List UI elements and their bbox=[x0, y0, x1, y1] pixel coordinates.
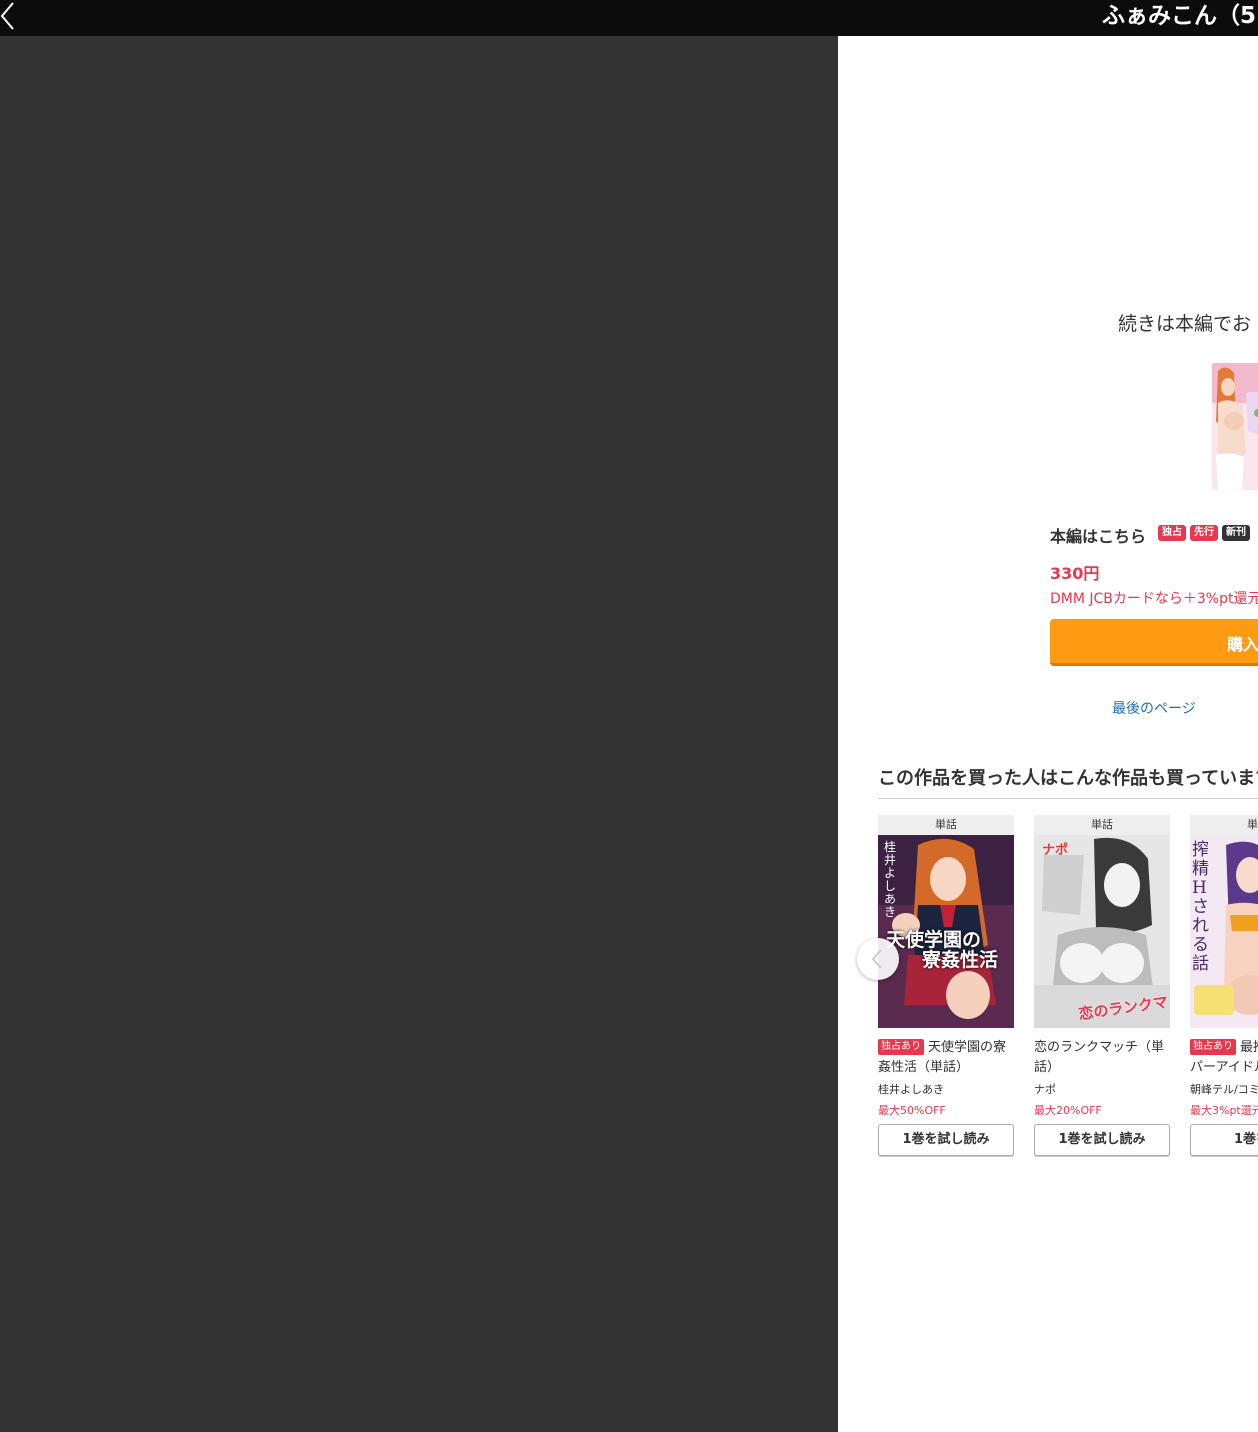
cover-title-text: 搾精Hされる話 bbox=[1192, 840, 1209, 974]
chevron-left-icon bbox=[871, 949, 882, 969]
card-discount: 最大3%pt還元 bbox=[1190, 1104, 1258, 1117]
card-type-label: 単行 bbox=[1190, 815, 1258, 835]
top-bar: ふぁみこん（5 bbox=[0, 0, 1258, 36]
main-story-label: 本編はこちら bbox=[1050, 527, 1147, 546]
exclusive-badge: 独占あり bbox=[878, 1039, 924, 1055]
card-type-label: 単話 bbox=[878, 815, 1014, 835]
buy-button[interactable]: 購入 bbox=[1050, 619, 1258, 666]
point-return-note: DMM JCBカードなら＋3%pt還元 bbox=[1050, 591, 1258, 607]
main-cover-image[interactable] bbox=[1212, 363, 1258, 490]
card-author[interactable]: ナポ bbox=[1034, 1081, 1170, 1097]
cover-author-text: ナポ bbox=[1042, 843, 1069, 858]
cover-title-text-2: 寮姦性活 bbox=[922, 949, 999, 971]
trial-read-button[interactable]: 1巻を試 bbox=[1190, 1124, 1258, 1156]
recommendation-card[interactable]: 単行 搾精Hされる話 独占あり最推しのスーパーアイドルの元カレくんに搾精Hされる… bbox=[1190, 815, 1258, 1156]
card-cover-image[interactable]: ナポ 恋のランクマッチ bbox=[1034, 835, 1170, 1028]
card-title[interactable]: 独占あり 天使学園の寮姦性活（単話） bbox=[878, 1038, 1014, 1078]
tag-exclusive: 独占 bbox=[1158, 525, 1186, 541]
exclusive-badge: 独占あり bbox=[1190, 1039, 1236, 1055]
card-author[interactable]: 桂井よしあき bbox=[878, 1081, 1014, 1097]
end-panel: 続きは本編でお 本編はこちら 独占 先行 新刊 330円 DMM JCBカードな… bbox=[838, 36, 1258, 1432]
book-title: ふぁみこん（5 bbox=[1102, 3, 1257, 29]
viewer-page-area[interactable] bbox=[0, 36, 838, 1432]
continue-message: 続きは本編でお bbox=[1118, 313, 1252, 335]
card-discount: 最大20%OFF bbox=[1034, 1104, 1102, 1117]
last-page-link[interactable]: 最後のページ bbox=[1112, 698, 1196, 718]
carousel-prev-button[interactable] bbox=[857, 938, 899, 980]
price: 330円 bbox=[1050, 564, 1100, 583]
card-cover-image[interactable]: 搾精Hされる話 bbox=[1190, 835, 1258, 1028]
trial-read-button[interactable]: 1巻を試し読み bbox=[1034, 1124, 1170, 1156]
card-title-text: 恋のランクマッチ（単話） bbox=[1034, 1040, 1165, 1075]
trial-read-button[interactable]: 1巻を試し読み bbox=[878, 1124, 1014, 1156]
recommendations-heading: この作品を買った人はこんな作品も買っています bbox=[878, 768, 1258, 789]
card-cover-image[interactable]: 桂井よしあき 天使学園の 寮姦性活 bbox=[878, 835, 1014, 1028]
tag-new: 新刊 bbox=[1222, 525, 1250, 541]
card-title[interactable]: 恋のランクマッチ（単話） bbox=[1034, 1038, 1170, 1078]
chevron-left-icon bbox=[0, 2, 14, 30]
buy-button-label: 購入 bbox=[1227, 635, 1258, 654]
divider bbox=[878, 798, 1258, 799]
cover-author-text: 桂井よしあき bbox=[884, 840, 897, 919]
back-button[interactable] bbox=[0, 0, 24, 34]
recommendation-card[interactable]: 単話 ナポ 恋のランクマッチ 恋のランクマッチ（単話） ナポ 最大20%OFF … bbox=[1034, 815, 1170, 1156]
recommendation-card[interactable]: 単話 桂井よしあき 天使学園の 寮姦性活 独占あり 天使学園の寮姦性活（単話） 桂… bbox=[878, 815, 1014, 1156]
card-discount: 最大50%OFF bbox=[878, 1104, 946, 1117]
card-title[interactable]: 独占あり最推しのスーパーアイドルの元カレくんに搾精Hされる話 bbox=[1190, 1038, 1258, 1078]
tag-early: 先行 bbox=[1190, 525, 1218, 541]
card-type-label: 単話 bbox=[1034, 815, 1170, 835]
card-author[interactable]: 朝峰テル/コミ bbox=[1190, 1081, 1258, 1097]
